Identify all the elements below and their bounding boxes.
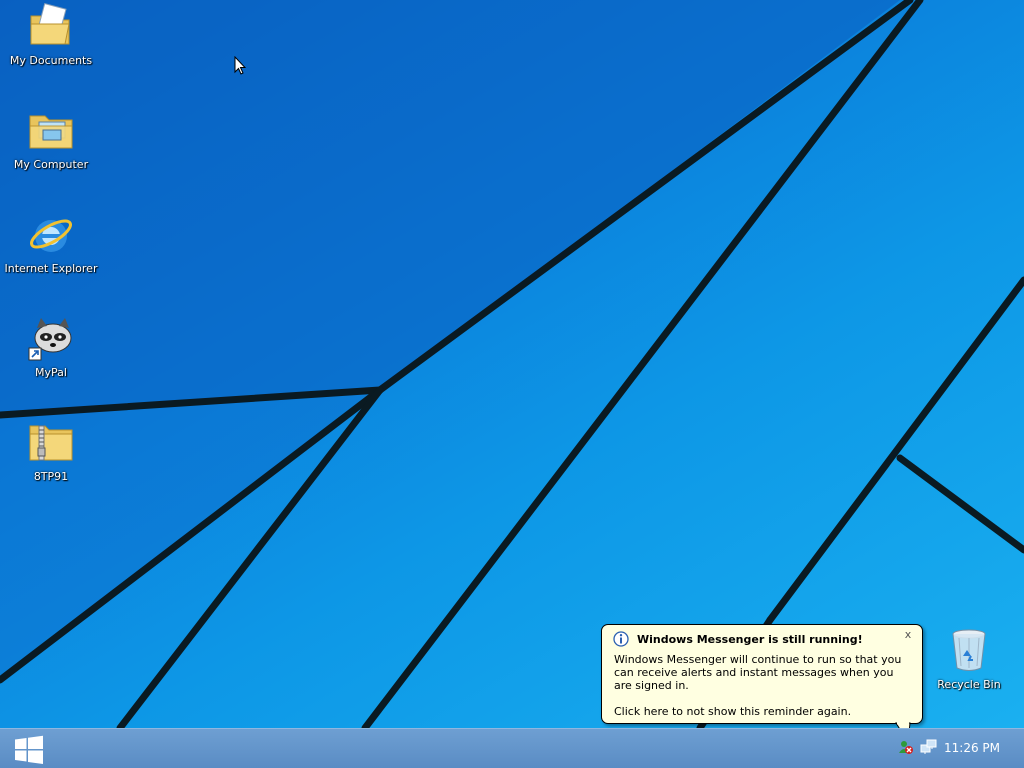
network-icon[interactable]	[920, 739, 938, 755]
balloon-title: Windows Messenger is still running!	[637, 632, 863, 646]
balloon-message: Windows Messenger will continue to run s…	[614, 653, 902, 692]
desktop-icon-recycle-bin[interactable]: Recycle Bin	[919, 626, 1019, 691]
balloon-title-row: Windows Messenger is still running!	[613, 631, 912, 647]
wallpaper	[0, 0, 1024, 728]
desktop-icon-my-computer[interactable]: My Computer	[1, 106, 101, 171]
info-icon	[613, 631, 629, 647]
balloon-dismiss-link[interactable]: Click here to not show this reminder aga…	[614, 705, 851, 718]
computer-folder-icon	[29, 115, 73, 149]
mypal-raccoon-icon	[28, 318, 72, 361]
mouse-cursor-icon	[234, 56, 246, 75]
desktop-icon-my-documents[interactable]: My Documents	[1, 2, 101, 67]
recycle-bin-icon	[952, 629, 986, 671]
desktop-icon-label: My Documents	[9, 54, 93, 67]
system-tray	[898, 739, 938, 755]
desktop-icon-label: Internet Explorer	[4, 262, 98, 275]
messenger-notification-balloon[interactable]: Windows Messenger is still running! x Wi…	[601, 624, 923, 724]
messenger-icon[interactable]	[898, 739, 914, 755]
desktop[interactable]: My Documents My Computer Internet Explor…	[0, 0, 1024, 728]
desktop-icon-label: 8TP91	[33, 470, 69, 483]
taskbar-clock[interactable]: 11:26 PM	[944, 741, 1000, 755]
desktop-icon-label: MyPal	[35, 366, 67, 379]
desktop-icon-label: My Computer	[13, 158, 89, 171]
desktop-icon-8tp91[interactable]: 8TP91	[1, 418, 101, 483]
start-button[interactable]	[12, 735, 46, 765]
desktop-icon-internet-explorer[interactable]: Internet Explorer	[1, 210, 101, 275]
taskbar: 11:26 PM	[0, 728, 1024, 768]
balloon-close-button[interactable]: x	[902, 629, 914, 641]
desktop-icon-mypal[interactable]: MyPal	[1, 314, 101, 379]
desktop-icon-label: Recycle Bin	[937, 678, 1001, 691]
zip-folder-icon	[29, 425, 73, 461]
internet-explorer-icon	[30, 219, 72, 252]
windows-logo-icon	[15, 735, 43, 764]
documents-folder-icon	[30, 2, 70, 45]
